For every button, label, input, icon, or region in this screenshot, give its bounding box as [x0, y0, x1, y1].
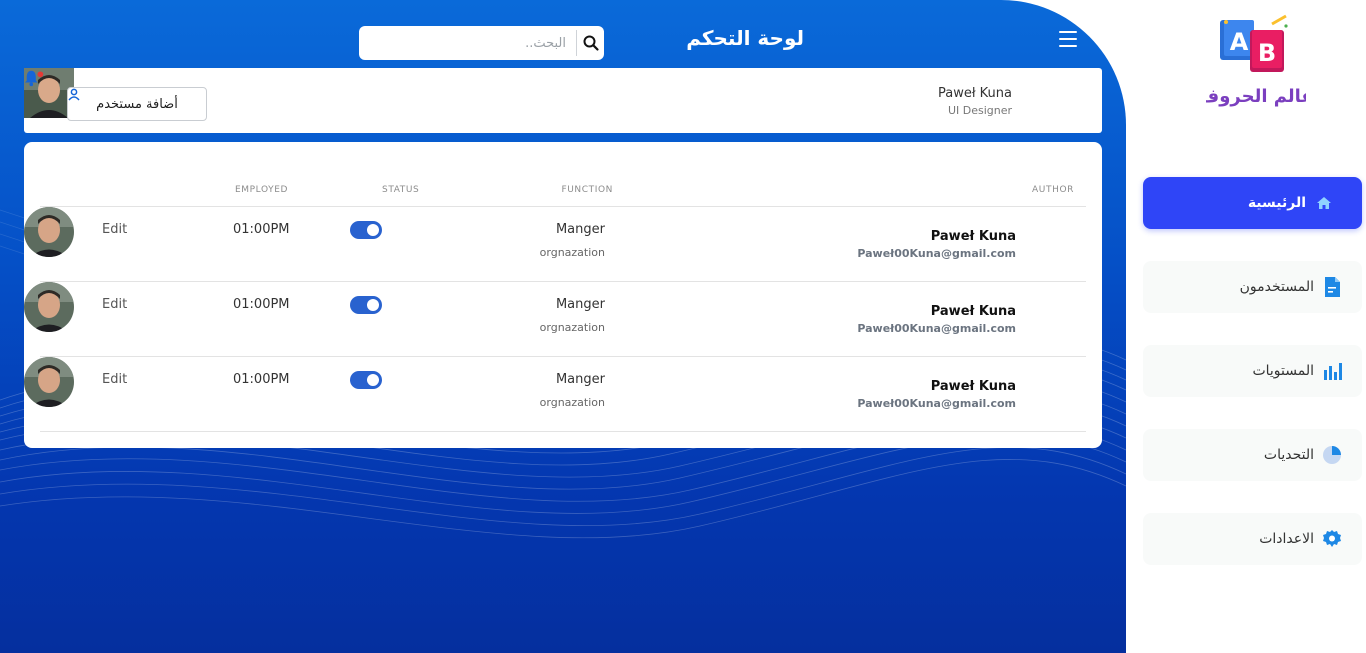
row-divider — [40, 431, 1086, 432]
app-logo[interactable]: A B عالم الحروف — [1206, 12, 1306, 112]
sidebar-item-label: الاعدادات — [1259, 531, 1314, 547]
main-background: لوحة التحكم Paweł Kuna UI Designer أضافة… — [0, 0, 1126, 653]
menu-icon[interactable] — [1059, 31, 1077, 47]
sidebar-item-label: المستويات — [1252, 363, 1314, 379]
document-icon — [1322, 277, 1342, 297]
svg-text:عالم الحروف: عالم الحروف — [1206, 86, 1306, 107]
bell-icon[interactable] — [24, 68, 44, 88]
author-name: Paweł Kuna — [930, 304, 1016, 319]
function-title: Manger — [555, 372, 605, 387]
svg-text:B: B — [1258, 39, 1276, 67]
sidebar-item-label: الرئيسية — [1247, 195, 1306, 211]
user-name: Paweł Kuna — [937, 86, 1012, 101]
notification-dot — [37, 71, 44, 78]
column-status: STATUS — [382, 185, 420, 195]
sidebar-item-challenges[interactable]: التحديات — [1143, 429, 1362, 481]
bar-chart-icon — [1322, 361, 1342, 381]
home-icon — [1314, 193, 1334, 213]
sidebar: A B عالم الحروف الرئيسية المستخدمون المس… — [1126, 0, 1366, 653]
table-row: Paweł Kuna Paweł00Kuna@gmail.com Manger … — [24, 357, 1102, 432]
author-avatar — [24, 207, 74, 257]
author-email: Paweł00Kuna@gmail.com — [857, 397, 1016, 410]
column-author: AUTHOR — [1032, 185, 1074, 195]
sidebar-item-home[interactable]: الرئيسية — [1143, 177, 1362, 229]
employed-time: 01:00PM — [233, 297, 290, 312]
table-row: Paweł Kuna Paweł00Kuna@gmail.com Manger … — [24, 282, 1102, 357]
add-user-label: أضافة مستخدم — [96, 96, 178, 112]
search-icon[interactable] — [581, 33, 601, 53]
column-function: FUNCTION — [561, 185, 613, 195]
author-email: Paweł00Kuna@gmail.com — [857, 247, 1016, 260]
author-name: Paweł Kuna — [930, 229, 1016, 244]
user-role: UI Designer — [947, 104, 1012, 117]
search-input[interactable] — [376, 26, 576, 60]
employed-time: 01:00PM — [233, 372, 290, 387]
svg-text:A: A — [1230, 28, 1249, 56]
status-toggle[interactable] — [350, 221, 382, 239]
function-org: orgnazation — [539, 246, 605, 259]
author-avatar — [24, 357, 74, 407]
add-user-button[interactable]: أضافة مستخدم — [67, 87, 207, 121]
function-org: orgnazation — [539, 321, 605, 334]
page-title: لوحة التحكم — [686, 26, 804, 50]
function-title: Manger — [555, 222, 605, 237]
edit-link[interactable]: Edit — [102, 372, 127, 387]
column-employed: EMPLOYED — [235, 185, 289, 195]
edit-link[interactable]: Edit — [102, 222, 127, 237]
edit-link[interactable]: Edit — [102, 297, 127, 312]
pie-chart-icon — [1322, 445, 1342, 465]
function-org: orgnazation — [539, 396, 605, 409]
employed-time: 01:00PM — [233, 222, 290, 237]
sidebar-item-label: التحديات — [1263, 447, 1314, 463]
users-table-card: AUTHOR FUNCTION STATUS EMPLOYED Paweł Ku… — [24, 142, 1102, 448]
sidebar-item-settings[interactable]: الاعدادات — [1143, 513, 1362, 565]
author-avatar — [24, 282, 74, 332]
function-title: Manger — [555, 297, 605, 312]
status-toggle[interactable] — [350, 296, 382, 314]
gear-icon — [1322, 529, 1342, 549]
sidebar-item-label: المستخدمون — [1239, 279, 1314, 295]
sidebar-item-users[interactable]: المستخدمون — [1143, 261, 1362, 313]
author-email: Paweł00Kuna@gmail.com — [857, 322, 1016, 335]
table-row: Paweł Kuna Paweł00Kuna@gmail.com Manger … — [24, 207, 1102, 282]
sidebar-item-levels[interactable]: المستويات — [1143, 345, 1362, 397]
search-box — [359, 26, 604, 60]
user-topbar: Paweł Kuna UI Designer أضافة مستخدم — [24, 68, 1102, 133]
author-name: Paweł Kuna — [930, 379, 1016, 394]
status-toggle[interactable] — [350, 371, 382, 389]
user-add-icon — [68, 88, 80, 101]
search-divider — [576, 30, 577, 56]
